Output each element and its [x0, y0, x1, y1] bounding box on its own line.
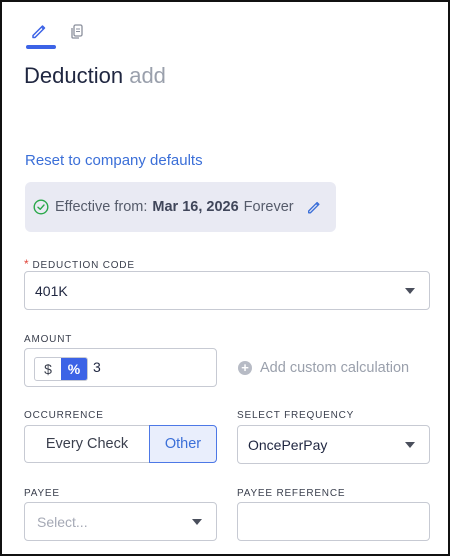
- payee-reference-label: PAYEE REFERENCE: [237, 488, 346, 499]
- amount-type-toggle: $ %: [34, 357, 88, 381]
- deduction-code-label: * DEDUCTION CODE: [24, 257, 135, 271]
- occurrence-label: OCCURRENCE: [24, 410, 104, 421]
- check-circle-icon: [33, 199, 49, 215]
- occurrence-other[interactable]: Other: [149, 425, 217, 463]
- deduction-code-value: 401K: [35, 282, 68, 299]
- plus-circle-icon: +: [238, 361, 252, 375]
- tab-copy[interactable]: [62, 16, 92, 46]
- effective-date: Mar 16, 2026: [152, 199, 239, 215]
- add-custom-calculation-label: Add custom calculation: [260, 360, 410, 376]
- amount-label: AMOUNT: [24, 334, 73, 345]
- form-tabs: [24, 16, 94, 50]
- chevron-down-icon: [405, 441, 415, 448]
- page-title: Deduction add: [24, 62, 166, 90]
- frequency-label: SELECT FREQUENCY: [237, 410, 355, 421]
- deduction-code-select[interactable]: 401K: [24, 271, 430, 310]
- payee-label: PAYEE: [24, 488, 60, 499]
- page-title-main: Deduction: [24, 63, 124, 88]
- effective-label: Effective from:: [55, 199, 148, 215]
- required-marker: *: [24, 257, 30, 271]
- effective-date-panel: Effective from: Mar 16, 2026 Forever: [25, 182, 336, 232]
- frequency-select[interactable]: OncePerPay: [237, 425, 430, 464]
- add-custom-calculation-button[interactable]: + Add custom calculation: [238, 360, 409, 376]
- tab-edit[interactable]: [24, 16, 54, 46]
- pencil-icon: [32, 25, 46, 39]
- copy-document-icon: [71, 24, 83, 39]
- deduction-form-panel: Deduction add Reset to company defaults …: [0, 0, 450, 556]
- frequency-value: OncePerPay: [248, 436, 328, 453]
- page-title-sub: add: [129, 63, 166, 88]
- edit-effective-date-button[interactable]: [306, 199, 322, 215]
- chevron-down-icon: [192, 518, 202, 525]
- deduction-code-label-text: DEDUCTION CODE: [32, 260, 135, 271]
- reset-defaults-link[interactable]: Reset to company defaults: [25, 152, 203, 169]
- amount-input[interactable]: 3: [93, 359, 101, 375]
- occurrence-every-check[interactable]: Every Check: [24, 425, 149, 463]
- amount-type-percent[interactable]: %: [61, 358, 87, 380]
- active-tab-indicator: [26, 45, 56, 49]
- occurrence-segmented-control: Every Check Other: [24, 425, 217, 463]
- amount-field[interactable]: $ % 3: [24, 348, 217, 387]
- chevron-down-icon: [405, 287, 415, 294]
- effective-until: Forever: [243, 199, 294, 215]
- payee-select[interactable]: Select...: [24, 502, 217, 541]
- amount-type-dollar[interactable]: $: [35, 358, 61, 380]
- payee-reference-input[interactable]: [237, 502, 430, 541]
- payee-placeholder: Select...: [37, 513, 88, 530]
- pencil-icon: [307, 201, 320, 214]
